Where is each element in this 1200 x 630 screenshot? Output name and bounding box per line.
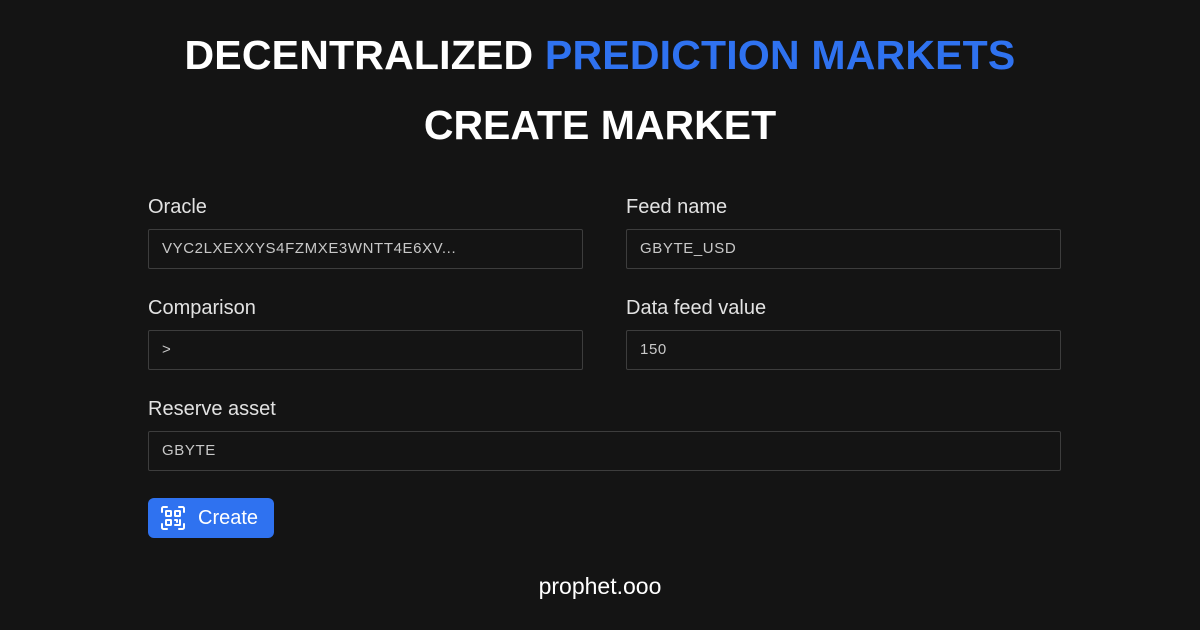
oracle-input[interactable]: VYC2LXEXXYS4FZMXE3WNTT4E6XV... <box>148 229 583 269</box>
data-feed-value-label: Data feed value <box>626 297 767 319</box>
comparison-select[interactable]: > <box>148 330 583 370</box>
data-feed-value-input[interactable]: 150 <box>626 330 1061 370</box>
headline-part-2: PREDICTION MARKETS <box>544 32 1016 78</box>
data-feed-value-field-group: Data feed value 150 <box>626 296 1061 370</box>
footer-site[interactable]: prophet.ooo <box>0 572 1200 600</box>
feed-name-input[interactable]: GBYTE_USD <box>626 229 1061 269</box>
reserve-asset-label: Reserve asset <box>148 398 276 420</box>
reserve-asset-field-group: Reserve asset GBYTE <box>148 397 1061 471</box>
comparison-field-group: Comparison > <box>148 296 583 370</box>
create-button-label: Create <box>198 506 259 529</box>
qr-code-icon <box>160 505 186 531</box>
feed-name-label: Feed name <box>626 196 728 218</box>
create-button[interactable]: Create <box>148 498 274 538</box>
feed-name-field-group: Feed name GBYTE_USD <box>626 195 1061 269</box>
page-subtitle: CREATE MARKET <box>423 102 777 148</box>
page-headline: DECENTRALIZED PREDICTION MARKETS <box>0 30 1200 80</box>
headline-part-1: DECENTRALIZED <box>184 32 534 78</box>
comparison-label: Comparison <box>148 297 256 319</box>
reserve-asset-input[interactable]: GBYTE <box>148 431 1061 471</box>
oracle-field-group: Oracle VYC2LXEXXYS4FZMXE3WNTT4E6XV... <box>148 195 583 269</box>
oracle-label: Oracle <box>148 196 207 218</box>
